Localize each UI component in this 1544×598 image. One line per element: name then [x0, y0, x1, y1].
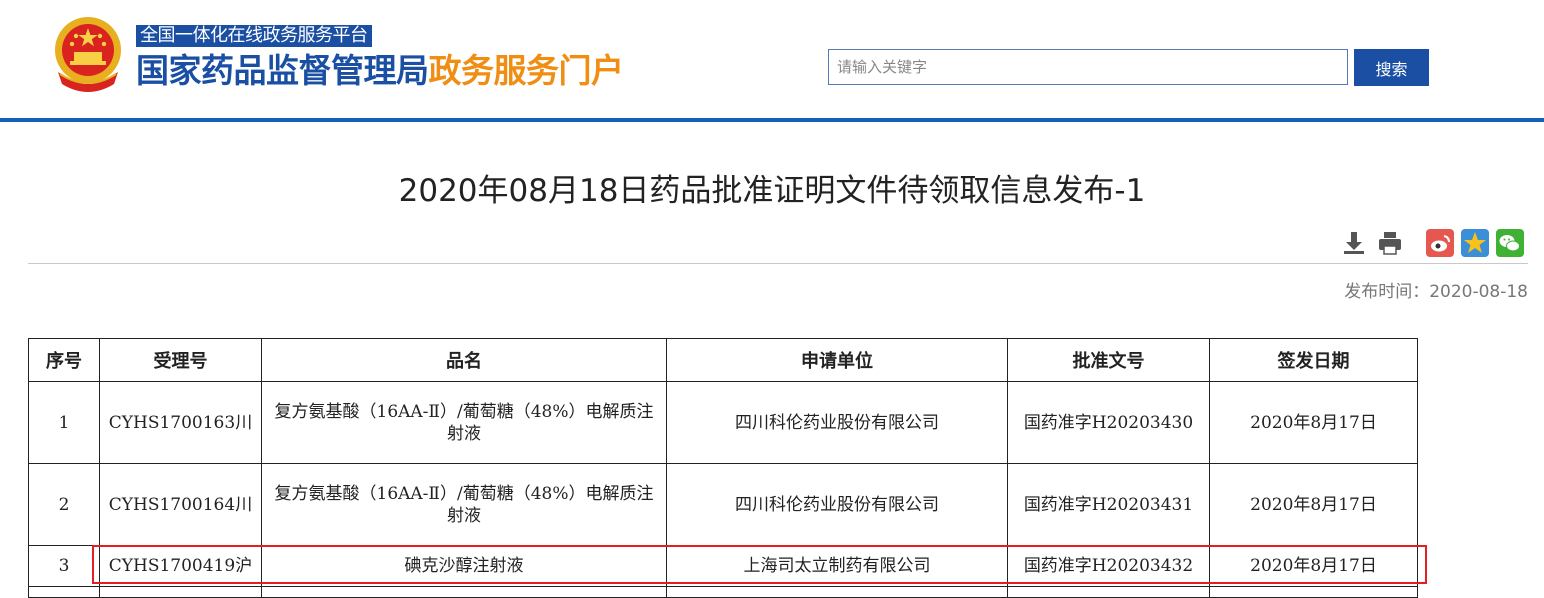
portal-title-accent: 政务服务门户 — [428, 51, 625, 90]
table-cell: CYHS1700419沪 — [99, 545, 262, 587]
table-cell: 国药准字H20203432 — [1007, 545, 1210, 587]
table-cell: 3 — [28, 545, 100, 587]
download-icon[interactable] — [1340, 229, 1368, 257]
table-cell: 2020年8月17日 — [1209, 545, 1418, 587]
column-header: 品名 — [261, 338, 667, 382]
table-row-partial — [28, 586, 1418, 598]
table-cell: 四川科伦药业股份有限公司 — [666, 381, 1008, 464]
column-header: 批准文号 — [1007, 338, 1210, 382]
publish-time: 发布时间：2020-08-18 — [1344, 277, 1528, 302]
table-cell: 复方氨基酸（16AA-Ⅱ）/葡萄糖（48%）电解质注射液 — [261, 463, 667, 546]
national-emblem-icon[interactable] — [52, 12, 124, 92]
column-header: 签发日期 — [1209, 338, 1418, 382]
table-row: 3 CYHS1700419沪 碘克沙醇注射液 上海司太立制药有限公司 国药准字H… — [28, 545, 1418, 587]
qzone-icon[interactable] — [1461, 229, 1489, 257]
table-cell: 1 — [28, 381, 100, 464]
table-cell: CYHS1700164川 — [99, 463, 262, 546]
table-cell: 复方氨基酸（16AA-Ⅱ）/葡萄糖（48%）电解质注射液 — [261, 381, 667, 464]
article-title: 2020年08月18日药品批准证明文件待领取信息发布-1 — [398, 173, 1146, 209]
weibo-icon[interactable] — [1426, 229, 1454, 257]
table-cell: 国药准字H20203430 — [1007, 381, 1210, 464]
table-cell: 2 — [28, 463, 100, 546]
wechat-icon[interactable] — [1496, 229, 1524, 257]
table-cell: 2020年8月17日 — [1209, 463, 1418, 546]
publish-time-value: 2020-08-18 — [1429, 282, 1528, 302]
platform-badge[interactable]: 全国一体化在线政务服务平台 — [136, 25, 372, 47]
search-button[interactable]: 搜索 — [1354, 49, 1429, 86]
column-header: 申请单位 — [666, 338, 1008, 382]
table-row: 2 CYHS1700164川 复方氨基酸（16AA-Ⅱ）/葡萄糖（48%）电解质… — [28, 463, 1418, 546]
search-input[interactable] — [828, 49, 1348, 85]
table-row: 1 CYHS1700163川 复方氨基酸（16AA-Ⅱ）/葡萄糖（48%）电解质… — [28, 381, 1418, 464]
table-cell: CYHS1700163川 — [99, 381, 262, 464]
table-cell: 四川科伦药业股份有限公司 — [666, 463, 1008, 546]
table-cell: 国药准字H20203431 — [1007, 463, 1210, 546]
publish-time-label: 发布时间： — [1344, 282, 1430, 302]
table-cell: 碘克沙醇注射液 — [261, 545, 667, 587]
header-divider — [0, 118, 1544, 122]
site-header: 全国一体化在线政务服务平台 国家药品监督管理局政务服务门户 搜索 — [0, 0, 1544, 122]
column-header: 序号 — [28, 338, 100, 382]
print-icon[interactable] — [1376, 229, 1404, 257]
table-cell: 2020年8月17日 — [1209, 381, 1418, 464]
table-header-row: 序号 受理号 品名 申请单位 批准文号 签发日期 — [28, 338, 1418, 382]
portal-title[interactable]: 国家药品监督管理局政务服务门户 — [136, 49, 624, 93]
table-cell: 上海司太立制药有限公司 — [666, 545, 1008, 587]
title-divider — [28, 263, 1528, 264]
portal-title-main: 国家药品监督管理局 — [136, 51, 429, 90]
column-header: 受理号 — [99, 338, 262, 382]
drug-approval-table: 序号 受理号 品名 申请单位 批准文号 签发日期 1 CYHS1700163川 … — [28, 338, 1418, 598]
